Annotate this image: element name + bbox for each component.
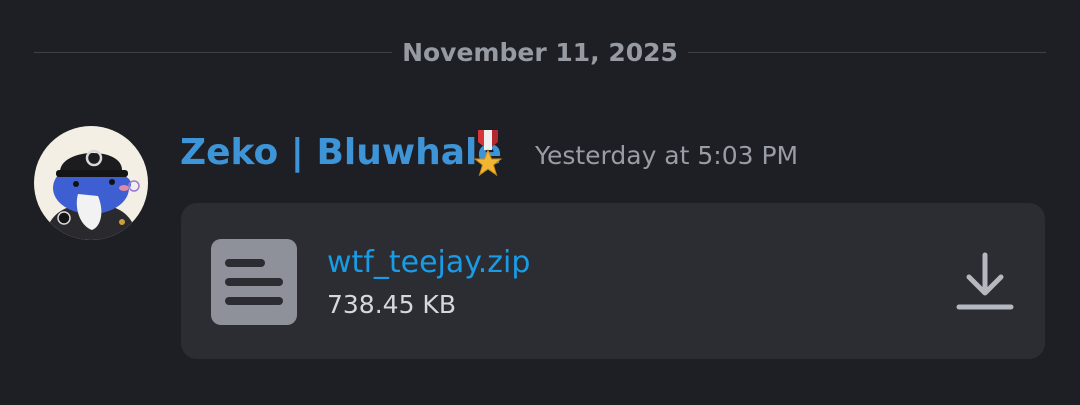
download-icon[interactable] <box>955 251 1015 313</box>
file-size: 738.45 KB <box>327 290 456 319</box>
medal-icon <box>473 130 503 177</box>
chat-message-area: November 11, 2025 Zeko | Bluwhale Yester… <box>0 0 1080 405</box>
file-name-link[interactable]: wtf_teejay.zip <box>327 243 530 283</box>
avatar-image <box>44 149 140 240</box>
message-username[interactable]: Zeko | Bluwhale <box>180 128 502 178</box>
date-divider-label: November 11, 2025 <box>392 36 688 70</box>
avatar[interactable] <box>34 126 148 240</box>
file-attachment: wtf_teejay.zip 738.45 KB <box>181 203 1045 359</box>
message-timestamp: Yesterday at 5:03 PM <box>535 141 799 170</box>
file-text-icon <box>211 239 297 325</box>
